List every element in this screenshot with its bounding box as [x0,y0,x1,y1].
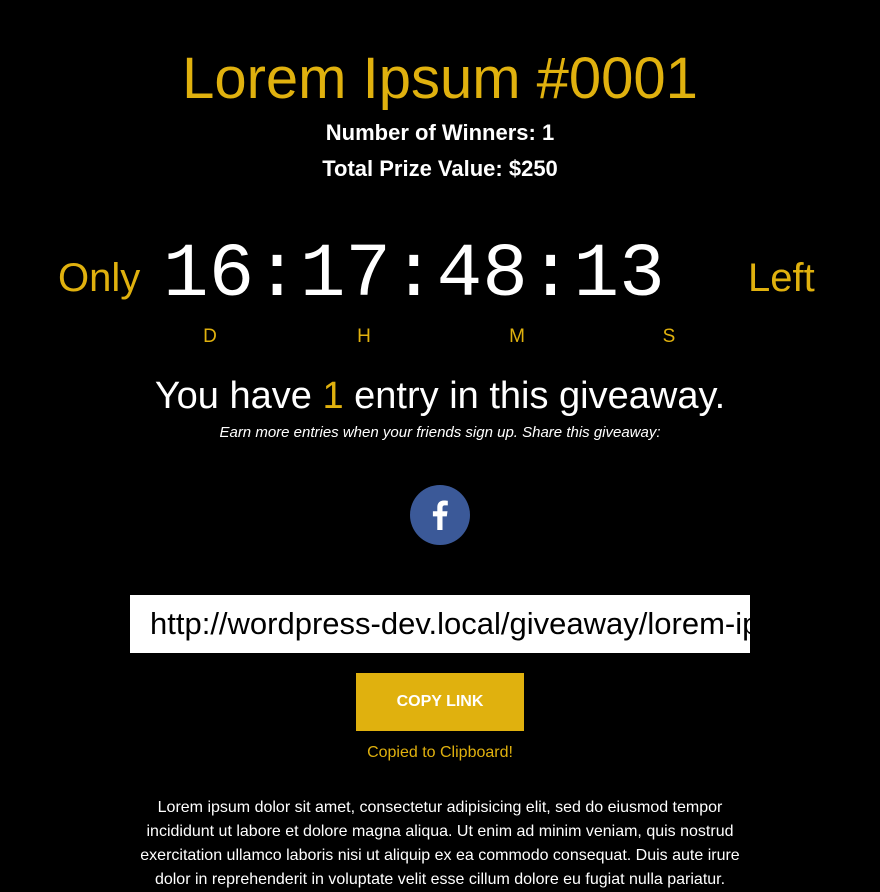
share-link-input[interactable] [130,595,750,653]
entry-text-before: You have [154,375,323,417]
facebook-share-button[interactable] [410,485,470,545]
share-hint: Earn more entries when your friends sign… [219,424,661,441]
facebook-icon [432,500,448,530]
copy-link-button[interactable]: COPY LINK [356,673,524,731]
entry-count: 1 [322,375,344,417]
entry-count-message: You have 1 entry in this giveaway. [0,373,880,419]
copied-confirmation: Copied to Clipboard! [367,744,513,761]
entry-text-after: entry in this giveaway. [343,375,726,417]
countdown-suffix: Left [748,256,815,300]
giveaway-title: Lorem Ipsum #0001 [182,46,698,111]
unit-days-label: D [203,326,217,347]
number-of-winners: Number of Winners: 1 [325,120,555,145]
unit-hours-label: H [357,326,371,347]
total-prize-value: Total Prize Value: $250 [322,156,558,181]
countdown-timer: Only 16:17:48:13 Left [0,232,880,322]
countdown-prefix: Only [58,256,141,300]
countdown-digits: 16:17:48:13 [163,232,665,318]
giveaway-description: Lorem ipsum dolor sit amet, consectetur … [140,799,740,888]
unit-seconds-label: S [662,326,676,347]
unit-minutes-label: M [509,326,525,347]
